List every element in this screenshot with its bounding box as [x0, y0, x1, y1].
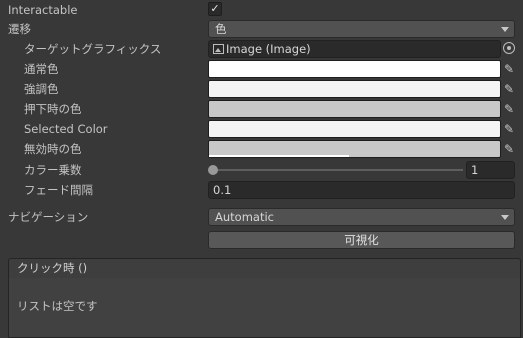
target-graphic-label: ターゲットグラフィックス	[24, 42, 162, 56]
chevron-down-icon	[501, 215, 509, 220]
fade-duration-row: フェード間隔 0.1	[0, 180, 523, 200]
disabled-color-label: 無効時の色	[24, 142, 82, 156]
color-multiplier-row: カラー乗数 1	[0, 160, 523, 180]
navigation-label: ナビゲーション	[8, 210, 89, 224]
target-graphic-field[interactable]: Image (Image)	[208, 40, 501, 58]
selected-color-label: Selected Color	[24, 122, 108, 136]
normal-color-swatch[interactable]	[208, 60, 501, 78]
pressed-color-row: 押下時の色 ✎	[0, 99, 523, 119]
interactable-checkbox[interactable]: ✓	[208, 2, 222, 16]
target-graphic-row: ターゲットグラフィックス Image (Image)	[0, 39, 523, 59]
navigation-row: ナビゲーション Automatic	[0, 207, 523, 227]
transition-row: 遷移 色	[0, 19, 523, 39]
color-multiplier-label: カラー乗数	[24, 163, 82, 177]
color-multiplier-slider-thumb[interactable]	[208, 165, 218, 175]
transition-value: 色	[215, 22, 227, 36]
selected-color-row: Selected Color ✎	[0, 119, 523, 139]
empty-list-text: リストは空です	[17, 299, 98, 313]
eyedropper-icon[interactable]: ✎	[501, 121, 517, 137]
navigation-value: Automatic	[215, 210, 274, 224]
highlighted-color-row: 強調色 ✎	[0, 79, 523, 99]
disabled-color-swatch[interactable]	[208, 140, 501, 158]
eyedropper-icon[interactable]: ✎	[501, 101, 517, 117]
eyedropper-icon[interactable]: ✎	[501, 81, 517, 97]
color-multiplier-slider-track[interactable]	[212, 169, 463, 171]
color-multiplier-input[interactable]: 1	[466, 161, 515, 179]
pressed-color-label: 押下時の色	[24, 102, 82, 116]
interactable-label: Interactable	[8, 3, 78, 17]
target-graphic-value: Image (Image)	[226, 42, 311, 56]
chevron-down-icon	[501, 27, 509, 32]
eyedropper-icon[interactable]: ✎	[501, 61, 517, 77]
on-click-event-list: リストは空です	[8, 278, 521, 338]
interactable-row: Interactable ✓	[0, 0, 523, 20]
navigation-dropdown[interactable]: Automatic	[208, 208, 515, 226]
disabled-color-row: 無効時の色 ✎	[0, 139, 523, 159]
highlighted-color-label: 強調色	[24, 82, 59, 96]
image-icon	[213, 44, 224, 54]
pressed-color-swatch[interactable]	[208, 100, 501, 118]
visualize-button[interactable]: 可視化	[208, 231, 515, 249]
alpha-bar	[209, 155, 349, 157]
object-picker-icon[interactable]	[503, 42, 515, 54]
transition-label: 遷移	[8, 22, 31, 36]
eyedropper-icon[interactable]: ✎	[501, 141, 517, 157]
transition-dropdown[interactable]: 色	[208, 20, 515, 38]
selected-color-swatch[interactable]	[208, 120, 501, 138]
highlighted-color-swatch[interactable]	[208, 80, 501, 98]
fade-duration-input[interactable]: 0.1	[208, 181, 515, 199]
on-click-event-header: クリック時 ()	[8, 258, 521, 279]
fade-duration-label: フェード間隔	[24, 183, 93, 197]
normal-color-row: 通常色 ✎	[0, 59, 523, 79]
normal-color-label: 通常色	[24, 62, 59, 76]
